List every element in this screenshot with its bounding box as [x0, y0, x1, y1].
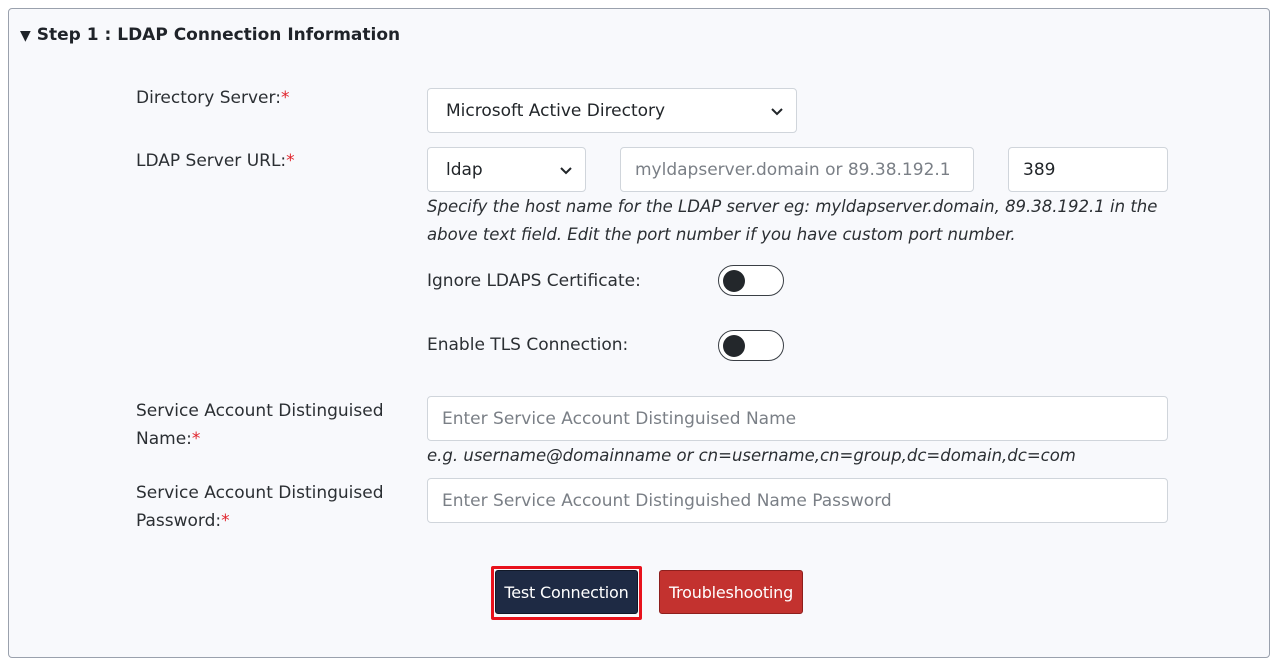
toggle-knob	[723, 334, 745, 357]
ignore-ldaps-toggle[interactable]	[718, 265, 784, 296]
service-password-placeholder: Enter Service Account Distinguished Name…	[442, 490, 892, 511]
ldap-protocol-select[interactable]: ldap	[427, 147, 586, 192]
service-dn-input[interactable]: Enter Service Account Distinguised Name	[427, 396, 1168, 441]
test-connection-button[interactable]: Test Connection	[495, 570, 638, 614]
required-mark: *	[280, 88, 290, 108]
troubleshooting-button[interactable]: Troubleshooting	[659, 570, 803, 614]
enable-tls-label: Enable TLS Connection:	[427, 335, 629, 355]
ldap-server-url-label-text: LDAP Server URL:	[136, 151, 287, 171]
service-dn-label: Service Account Distinguised Name:*	[136, 397, 384, 453]
required-mark: *	[286, 151, 295, 171]
toggle-knob	[723, 269, 745, 292]
ldap-host-placeholder: myldapserver.domain or 89.38.192.1	[635, 159, 951, 180]
service-dn-placeholder: Enter Service Account Distinguised Name	[442, 408, 797, 429]
service-password-label: Service Account Distinguised Password:*	[136, 479, 384, 535]
service-dn-label-line-2: Name:	[136, 429, 192, 449]
ldap-server-url-label: LDAP Server URL:*	[136, 147, 295, 175]
ldap-host-input[interactable]: myldapserver.domain or 89.38.192.1	[620, 147, 974, 192]
directory-server-select[interactable]: Microsoft Active Directory	[427, 88, 797, 133]
enable-tls-toggle[interactable]	[718, 330, 784, 361]
service-password-label-line-2: Password:	[136, 511, 222, 531]
directory-server-label: Directory Server:*	[136, 84, 289, 112]
ldap-port-input[interactable]: 389	[1008, 147, 1168, 192]
ldap-port-value: 389	[1023, 159, 1056, 180]
caret-down-icon: ▼	[20, 28, 31, 44]
ldap-url-help-line-2: above text field. Edit the port number i…	[427, 225, 1016, 244]
ignore-ldaps-label: Ignore LDAPS Certificate:	[427, 271, 641, 291]
service-password-input[interactable]: Enter Service Account Distinguished Name…	[427, 478, 1168, 523]
directory-server-value: Microsoft Active Directory	[446, 100, 666, 121]
ldap-protocol-value: ldap	[446, 159, 483, 180]
service-password-label-line-1: Service Account Distinguised	[136, 483, 384, 503]
chevron-down-icon	[560, 166, 572, 174]
directory-server-label-text: Directory Server:	[136, 88, 281, 108]
step-title-text: Step 1 : LDAP Connection Information	[36, 25, 401, 45]
ldap-connection-panel: ▼ Step 1 : LDAP Connection Information Di…	[8, 8, 1270, 658]
chevron-down-icon	[771, 107, 783, 115]
ldap-url-help-line-1: Specify the host name for the LDAP serve…	[427, 197, 1158, 216]
required-mark: *	[221, 511, 230, 531]
service-dn-label-line-1: Service Account Distinguised	[136, 401, 384, 421]
step-1-header[interactable]: ▼ Step 1 : LDAP Connection Information	[20, 25, 400, 45]
required-mark: *	[191, 429, 201, 449]
service-dn-example: e.g. username@domainname or cn=username,…	[427, 446, 1076, 465]
